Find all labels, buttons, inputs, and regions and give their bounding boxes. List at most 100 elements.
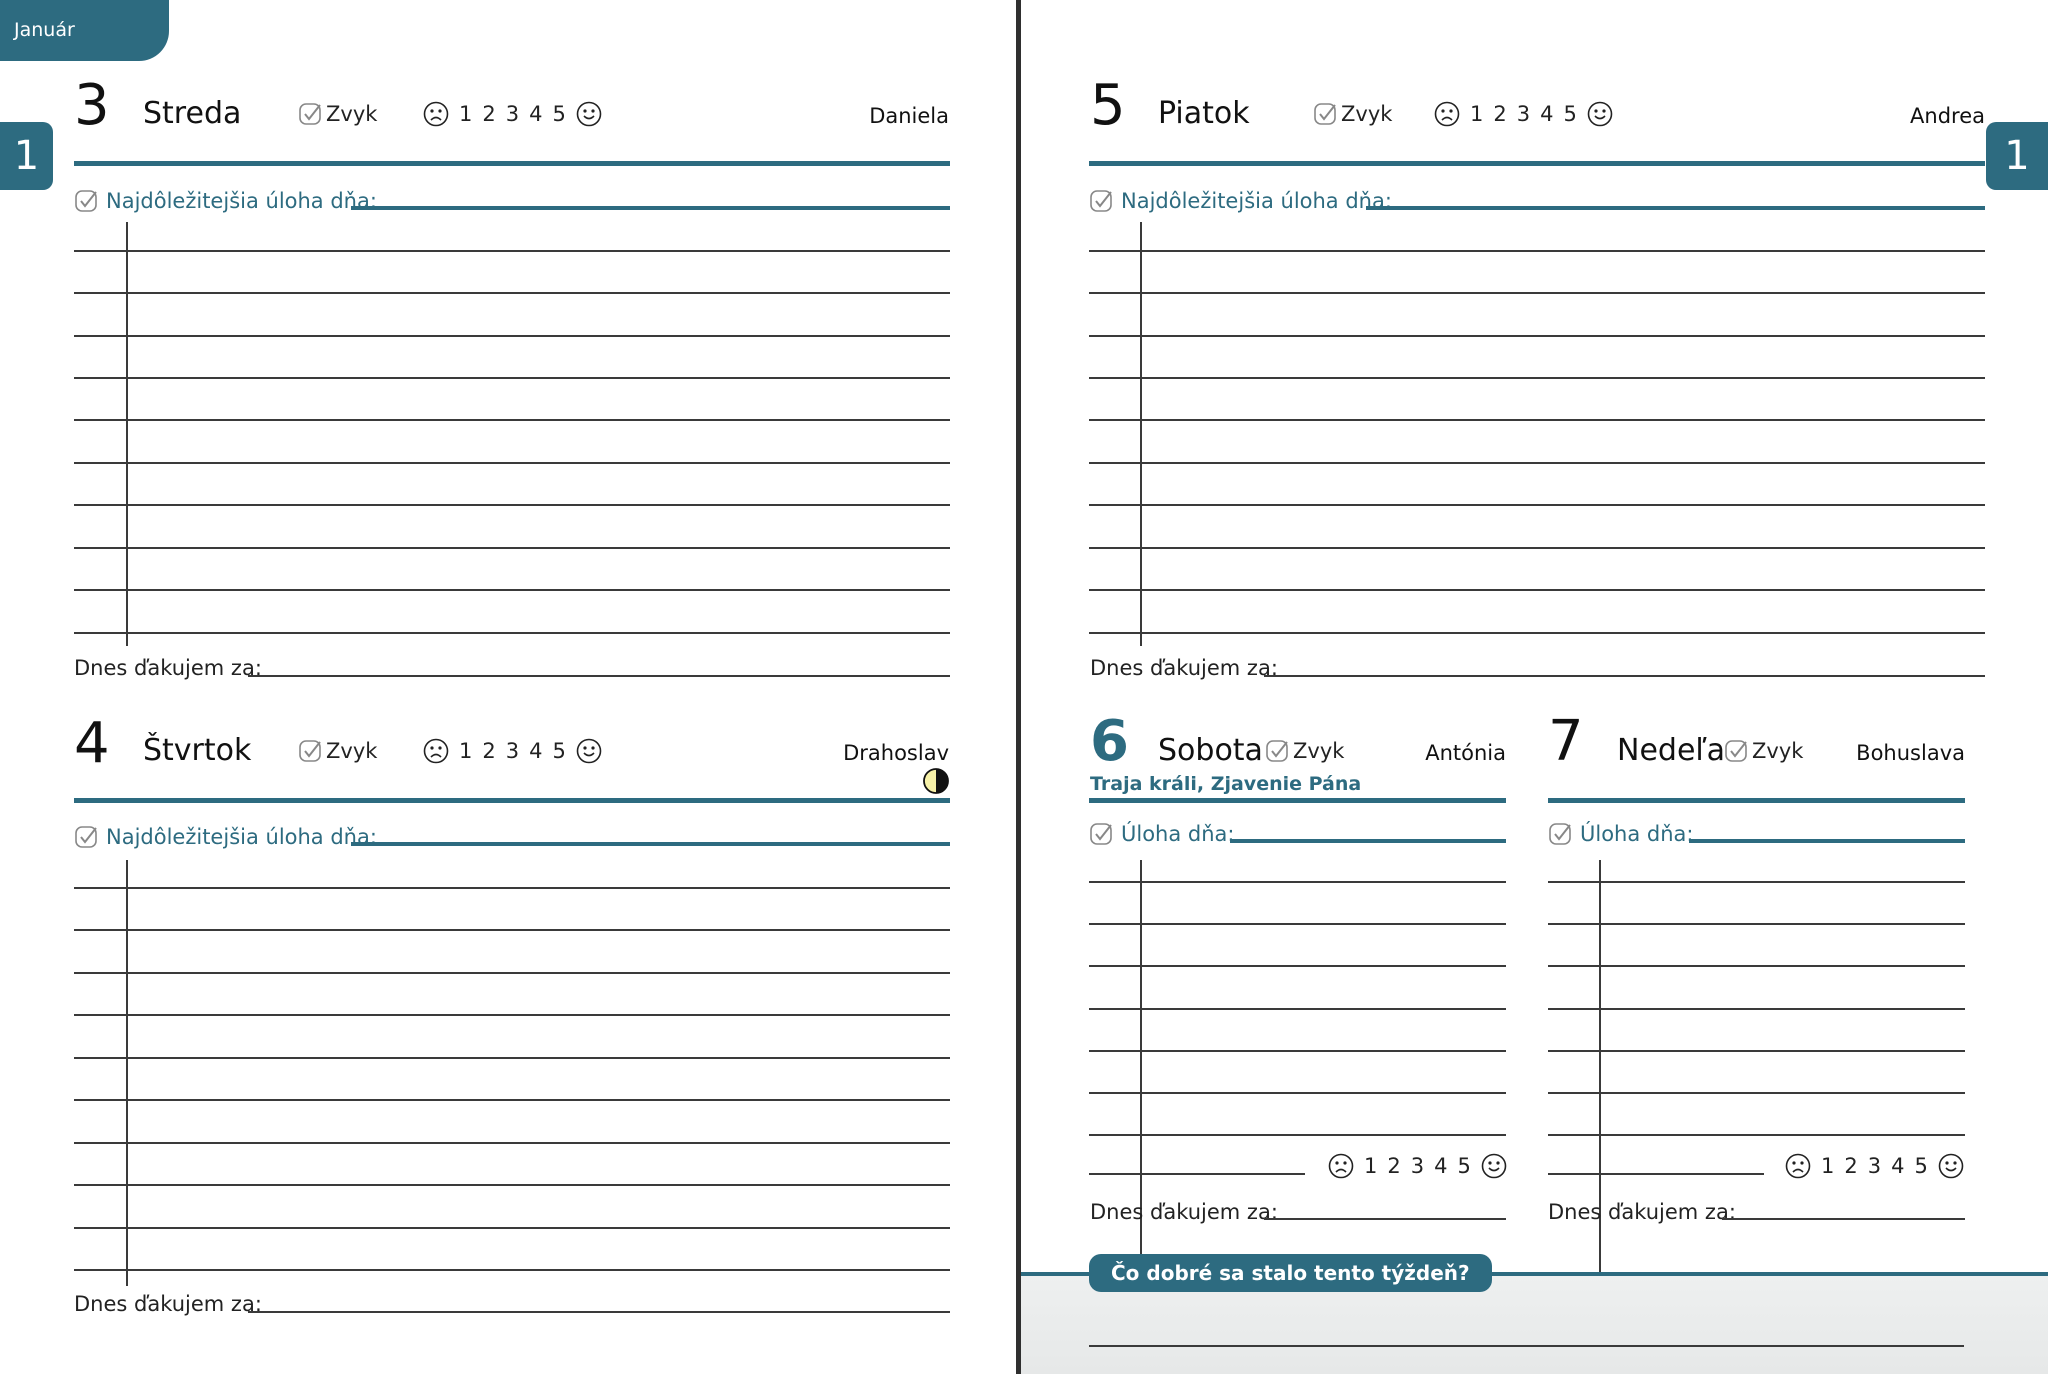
mood-scale[interactable]: 1 2 3 4 5 <box>1328 1153 1507 1179</box>
day-name: Sobota <box>1158 733 1263 768</box>
writing-line[interactable] <box>1089 1134 1506 1136</box>
mood-scale[interactable]: 1 2 3 4 5 <box>423 738 602 764</box>
checkbox-icon <box>1266 740 1288 762</box>
header-rule <box>1089 798 1506 803</box>
habit-label: Zvyk <box>1293 739 1345 763</box>
mood-4[interactable]: 4 <box>529 739 542 763</box>
first-quarter-moon-icon <box>923 768 949 794</box>
day-number: 4 <box>74 711 110 776</box>
writing-line[interactable] <box>74 887 950 889</box>
writing-line[interactable] <box>1089 419 1985 421</box>
writing-line[interactable] <box>1548 923 1965 925</box>
writing-line[interactable] <box>74 1014 950 1016</box>
task-label: Úloha dňa: <box>1121 822 1235 846</box>
habit-checkbox[interactable]: Zvyk <box>1313 101 1392 127</box>
writing-line[interactable] <box>74 1269 950 1271</box>
thanks-label: Dnes ďakujem za: <box>74 1292 262 1316</box>
mood-2[interactable]: 2 <box>1387 1154 1400 1178</box>
writing-line[interactable] <box>1089 965 1506 967</box>
writing-line[interactable] <box>1089 335 1985 337</box>
mood-1[interactable]: 1 <box>1470 102 1483 126</box>
writing-line[interactable] <box>1548 965 1965 967</box>
thanks-line[interactable] <box>1264 1218 1506 1220</box>
task-rule <box>1230 839 1506 843</box>
writing-line[interactable] <box>74 1184 950 1186</box>
happy-face-icon <box>1481 1153 1507 1179</box>
writing-line[interactable] <box>1089 547 1985 549</box>
writing-line[interactable] <box>1548 881 1965 883</box>
writing-line[interactable] <box>1089 923 1506 925</box>
writing-line[interactable] <box>1548 1173 1764 1175</box>
writing-line[interactable] <box>74 972 950 974</box>
mood-2[interactable]: 2 <box>1493 102 1506 126</box>
mood-5[interactable]: 5 <box>1915 1154 1928 1178</box>
writing-line[interactable] <box>74 1227 950 1229</box>
weekly-writing-line[interactable] <box>1089 1345 1964 1347</box>
mood-2[interactable]: 2 <box>482 739 495 763</box>
mood-2[interactable]: 2 <box>1844 1154 1857 1178</box>
mood-4[interactable]: 4 <box>1434 1154 1447 1178</box>
writing-line[interactable] <box>1089 462 1985 464</box>
thanks-line[interactable] <box>1264 675 1985 677</box>
checkbox-icon <box>1314 103 1336 125</box>
habit-checkbox[interactable]: Zvyk <box>298 738 377 764</box>
day-block-4: 4 Štvrtok Zvyk 1 2 3 4 5 Drahoslav Najdô… <box>0 0 1016 1374</box>
mood-1[interactable]: 1 <box>1364 1154 1377 1178</box>
writing-line[interactable] <box>74 929 950 931</box>
nameday: Drahoslav <box>843 741 949 765</box>
day-number: 5 <box>1090 73 1126 138</box>
writing-line[interactable] <box>74 1142 950 1144</box>
checkbox-icon <box>75 826 97 848</box>
writing-line[interactable] <box>1548 1092 1965 1094</box>
habit-label: Zvyk <box>326 739 378 763</box>
sad-face-icon <box>1328 1153 1354 1179</box>
writing-line[interactable] <box>1548 1008 1965 1010</box>
happy-face-icon <box>576 738 602 764</box>
nameday: Antónia <box>1425 741 1506 765</box>
mood-4[interactable]: 4 <box>1891 1154 1904 1178</box>
mood-5[interactable]: 5 <box>1564 102 1577 126</box>
writing-line[interactable] <box>1089 632 1985 634</box>
task-of-day[interactable]: Úloha dňa: <box>1089 821 1235 847</box>
writing-line[interactable] <box>74 1099 950 1101</box>
happy-face-icon <box>1938 1153 1964 1179</box>
mood-3[interactable]: 3 <box>506 739 519 763</box>
writing-line[interactable] <box>1089 881 1506 883</box>
writing-line[interactable] <box>74 1057 950 1059</box>
mood-scale[interactable]: 1 2 3 4 5 <box>1434 101 1613 127</box>
checkbox-icon <box>299 740 321 762</box>
most-important-task[interactable]: Najdôležitejšia úloha dňa: <box>1089 188 1392 214</box>
thanks-line[interactable] <box>248 1311 950 1313</box>
checkbox-icon <box>1549 823 1571 845</box>
writing-line[interactable] <box>1548 1050 1965 1052</box>
writing-line[interactable] <box>1089 377 1985 379</box>
writing-line[interactable] <box>1089 250 1985 252</box>
day-number: 6 <box>1090 709 1129 774</box>
mood-1[interactable]: 1 <box>1821 1154 1834 1178</box>
writing-line[interactable] <box>1089 504 1985 506</box>
writing-line[interactable] <box>1089 1092 1506 1094</box>
mood-5[interactable]: 5 <box>553 739 566 763</box>
mood-1[interactable]: 1 <box>459 739 472 763</box>
mood-5[interactable]: 5 <box>1458 1154 1471 1178</box>
writing-line[interactable] <box>1089 1173 1305 1175</box>
task-of-day[interactable]: Úloha dňa: <box>1548 821 1694 847</box>
mood-scale[interactable]: 1 2 3 4 5 <box>1785 1153 1964 1179</box>
writing-line[interactable] <box>1548 1134 1965 1136</box>
day-block-6: 6 Sobota Zvyk Antónia Traja králi, Zjave… <box>1021 700 1521 1288</box>
habit-checkbox[interactable]: Zvyk <box>1265 738 1344 764</box>
mood-3[interactable]: 3 <box>1868 1154 1881 1178</box>
mood-3[interactable]: 3 <box>1411 1154 1424 1178</box>
mood-4[interactable]: 4 <box>1540 102 1553 126</box>
writing-line[interactable] <box>1089 1050 1506 1052</box>
checkbox-icon <box>1090 823 1112 845</box>
habit-label: Zvyk <box>1341 102 1393 126</box>
mood-3[interactable]: 3 <box>1517 102 1530 126</box>
writing-line[interactable] <box>1089 1008 1506 1010</box>
most-important-task[interactable]: Najdôležitejšia úloha dňa: <box>74 824 377 850</box>
header-rule <box>1089 161 1985 166</box>
writing-line[interactable] <box>1089 589 1985 591</box>
writing-line[interactable] <box>1089 292 1985 294</box>
thanks-line[interactable] <box>1722 1218 1965 1220</box>
habit-checkbox[interactable]: Zvyk <box>1724 738 1803 764</box>
